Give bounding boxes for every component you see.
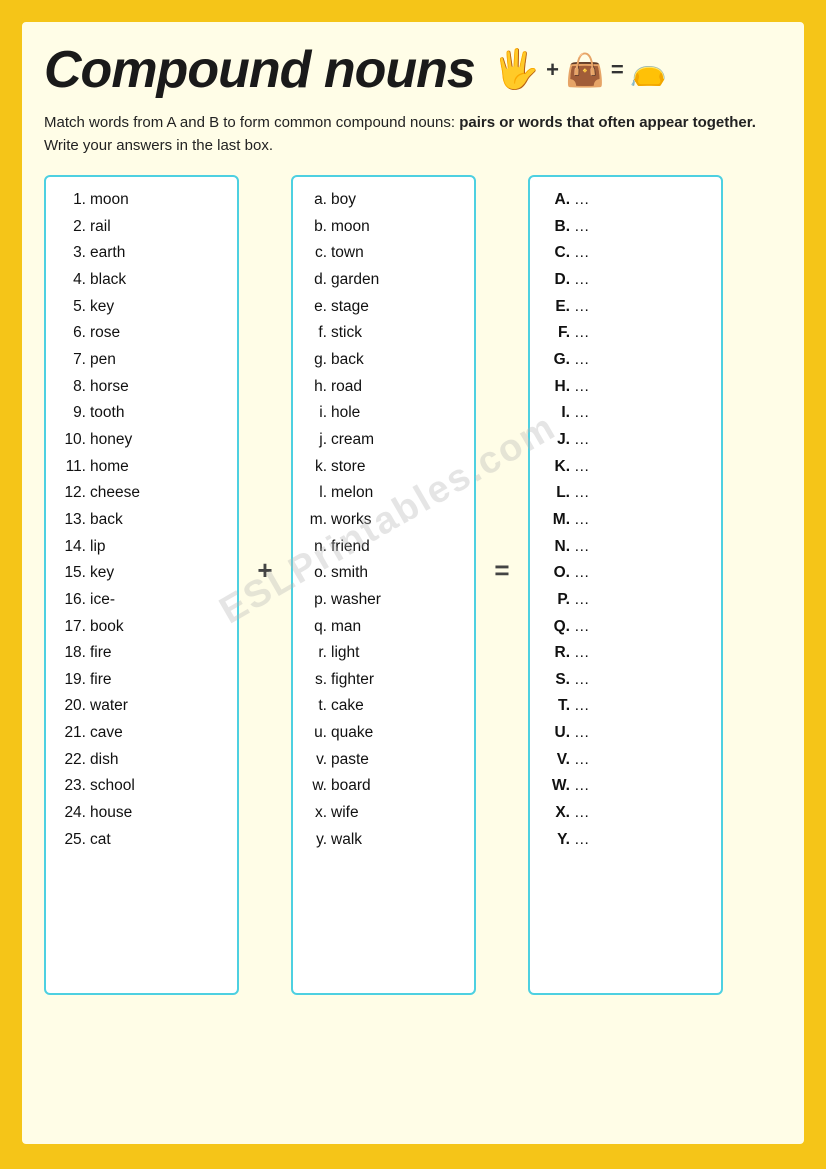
list-item: k.store [305,454,462,481]
list-item: C.… [542,240,709,267]
list-item: 4.black [58,267,225,294]
list-item: 16.ice- [58,587,225,614]
list-item: Y.… [542,827,709,854]
plus-operator: + [251,175,279,586]
list-item: B.… [542,214,709,241]
list-item: o.smith [305,560,462,587]
list-item: i.hole [305,400,462,427]
list-item: 21.cave [58,720,225,747]
list-item: U.… [542,720,709,747]
list-item: O.… [542,560,709,587]
plus-symbol: + [257,555,272,586]
list-item: W.… [542,773,709,800]
hand-icon: 🖐 [493,48,540,92]
list-item: s.fighter [305,667,462,694]
list-item: b.moon [305,214,462,241]
list-item: j.cream [305,427,462,454]
list-item: I.… [542,400,709,427]
list-item: D.… [542,267,709,294]
list-item: q.man [305,614,462,641]
list-item: E.… [542,294,709,321]
bag-icon: 👜 [565,51,605,89]
list-item: J.… [542,427,709,454]
list-item: h.road [305,374,462,401]
list-item: S.… [542,667,709,694]
list-item: 7.pen [58,347,225,374]
list-item: e.stage [305,294,462,321]
list-item: 24.house [58,800,225,827]
list-item: 18.fire [58,640,225,667]
list-item: 9.tooth [58,400,225,427]
list-item: V.… [542,747,709,774]
column-b-box: a.boyb.moonc.townd.gardene.stagef.stickg… [291,175,476,995]
list-item: 5.key [58,294,225,321]
list-item: w.board [305,773,462,800]
list-item: Q.… [542,614,709,641]
list-item: R.… [542,640,709,667]
list-item: 8.horse [58,374,225,401]
list-item: 10.honey [58,427,225,454]
list-item: N.… [542,534,709,561]
column-a-list: 1.moon2.rail3.earth4.black5.key6.rose7.p… [58,187,225,853]
list-item: H.… [542,374,709,401]
equals-symbol: = [494,555,509,586]
list-item: P.… [542,587,709,614]
list-item: g.back [305,347,462,374]
columns-area: 1.moon2.rail3.earth4.black5.key6.rose7.p… [44,175,782,995]
list-item: f.stick [305,320,462,347]
instructions-bold: pairs or words that often appear togethe… [459,114,756,131]
list-item: 6.rose [58,320,225,347]
column-a-box: 1.moon2.rail3.earth4.black5.key6.rose7.p… [44,175,239,995]
instructions-line1: Match words from A and B to form common … [44,114,455,131]
list-item: X.… [542,800,709,827]
list-item: 2.rail [58,214,225,241]
list-item: y.walk [305,827,462,854]
column-c-box: A.…B.…C.…D.…E.…F.…G.…H.…I.…J.…K.…L.…M.…N… [528,175,723,995]
plus-icon: + [546,57,559,83]
list-item: c.town [305,240,462,267]
list-item: 22.dish [58,747,225,774]
list-item: 14.lip [58,534,225,561]
list-item: r.light [305,640,462,667]
list-item: 1.moon [58,187,225,214]
list-item: G.… [542,347,709,374]
title-icons: 🖐 + 👜 = 👝 [493,48,667,92]
list-item: x.wife [305,800,462,827]
list-item: T.… [542,693,709,720]
list-item: u.quake [305,720,462,747]
list-item: 12.cheese [58,480,225,507]
list-item: 17.book [58,614,225,641]
list-item: 15.key [58,560,225,587]
list-item: 23.school [58,773,225,800]
page-title: Compound nouns [44,40,475,100]
list-item: 19.fire [58,667,225,694]
list-item: M.… [542,507,709,534]
column-c-list: A.…B.…C.…D.…E.…F.…G.…H.…I.…J.…K.…L.…M.…N… [542,187,709,853]
handbag-icon: 👝 [630,53,667,88]
list-item: a.boy [305,187,462,214]
list-item: v.paste [305,747,462,774]
instructions-line2: Write your answers in the last box. [44,137,273,154]
list-item: L.… [542,480,709,507]
list-item: d.garden [305,267,462,294]
list-item: l.melon [305,480,462,507]
list-item: m.works [305,507,462,534]
equals-operator: = [488,175,516,586]
list-item: 25.cat [58,827,225,854]
list-item: K.… [542,454,709,481]
list-item: F.… [542,320,709,347]
list-item: 13.back [58,507,225,534]
column-b-list: a.boyb.moonc.townd.gardene.stagef.stickg… [305,187,462,853]
list-item: 11.home [58,454,225,481]
list-item: n.friend [305,534,462,561]
instructions: Match words from A and B to form common … [44,112,764,157]
list-item: 20.water [58,693,225,720]
list-item: t.cake [305,693,462,720]
equals-icon: = [611,57,624,83]
list-item: p.washer [305,587,462,614]
list-item: A.… [542,187,709,214]
title-area: Compound nouns 🖐 + 👜 = 👝 [44,40,782,100]
list-item: 3.earth [58,240,225,267]
